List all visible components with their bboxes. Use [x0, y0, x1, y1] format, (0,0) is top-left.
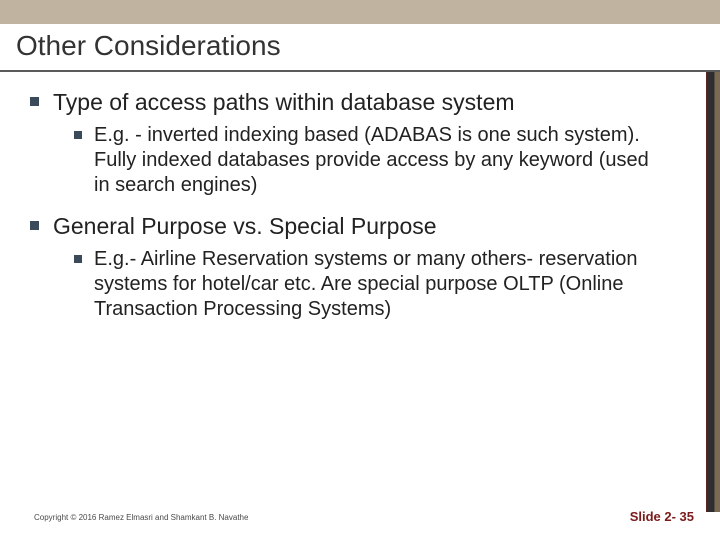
bullet-level1: Type of access paths within database sys…: [30, 88, 690, 117]
top-band: [0, 0, 720, 24]
bullet-level1: General Purpose vs. Special Purpose: [30, 212, 690, 241]
square-bullet-icon: [30, 97, 39, 106]
square-bullet-icon: [74, 131, 82, 139]
square-bullet-icon: [30, 221, 39, 230]
slide-title: Other Considerations: [16, 30, 704, 62]
bullet-level2: E.g. - inverted indexing based (ADABAS i…: [74, 123, 690, 198]
bullet-text: Type of access paths within database sys…: [53, 88, 515, 117]
footer-copyright: Copyright © 2016 Ramez Elmasri and Shamk…: [34, 513, 248, 522]
bullet-text: E.g.- Airline Reservation systems or man…: [94, 247, 654, 322]
bullet-text: General Purpose vs. Special Purpose: [53, 212, 437, 241]
right-accent-bar: [706, 72, 720, 512]
square-bullet-icon: [74, 255, 82, 263]
title-area: Other Considerations: [16, 30, 704, 66]
content-area: Type of access paths within database sys…: [30, 88, 690, 336]
title-underline: [0, 70, 720, 72]
bullet-level2: E.g.- Airline Reservation systems or man…: [74, 247, 690, 322]
footer-page-number: Slide 2- 35: [630, 509, 694, 524]
bullet-text: E.g. - inverted indexing based (ADABAS i…: [94, 123, 654, 198]
slide: Other Considerations Type of access path…: [0, 0, 720, 540]
